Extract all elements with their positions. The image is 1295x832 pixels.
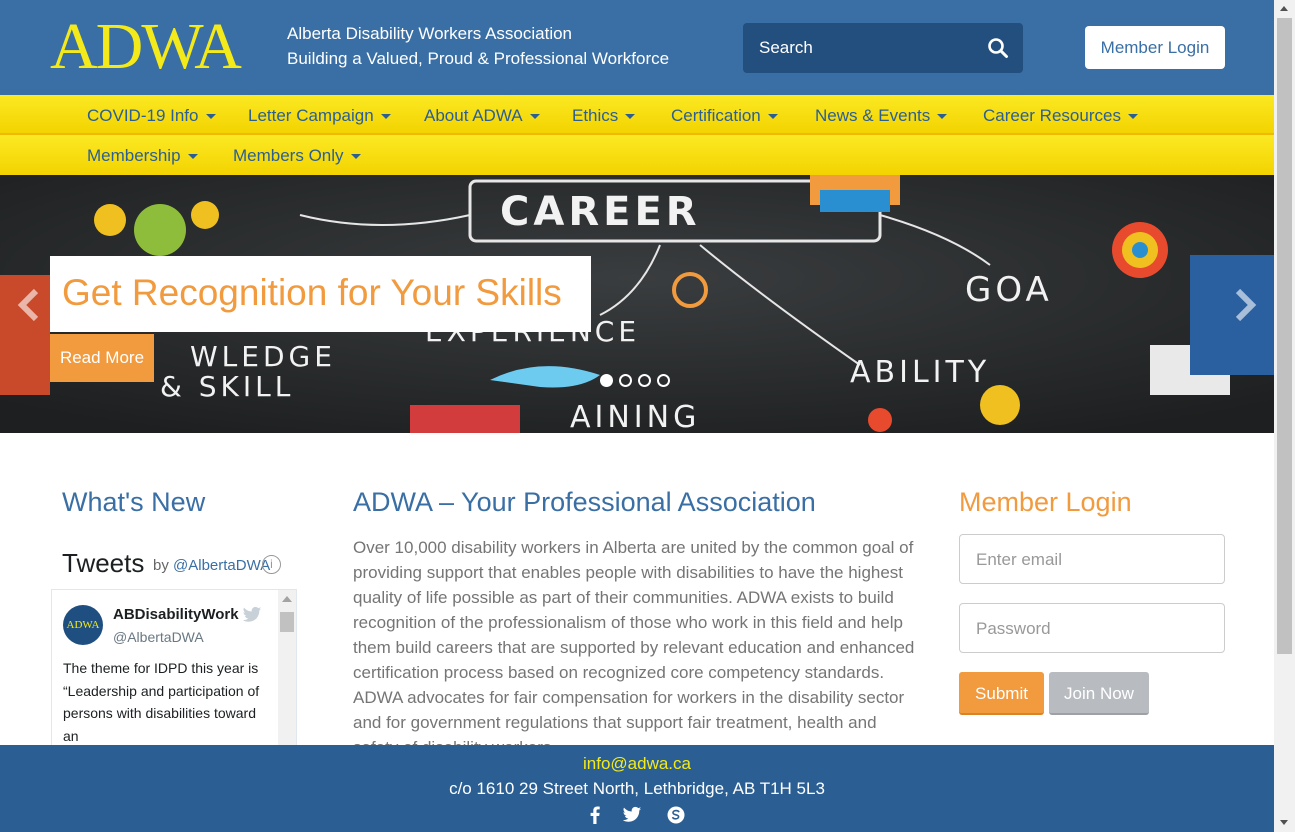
tweets-handle-link[interactable]: @AlbertaDWA bbox=[173, 557, 270, 574]
carousel-next-icon[interactable] bbox=[1230, 285, 1260, 325]
caret-down-icon bbox=[205, 114, 216, 120]
main-nav: COVID-19 Info Letter Campaign About ADWA… bbox=[0, 95, 1274, 175]
nav-label: Ethics bbox=[572, 106, 619, 125]
whats-new-title: What's New bbox=[62, 487, 206, 517]
caret-down-icon bbox=[937, 114, 948, 120]
nav-item-covid[interactable]: COVID-19 Info bbox=[87, 106, 216, 126]
caret-down-icon bbox=[1127, 114, 1138, 120]
twitter-icon[interactable] bbox=[622, 805, 642, 825]
by-label: by bbox=[153, 557, 169, 574]
carousel-prev-icon[interactable] bbox=[14, 285, 44, 325]
nav-item-about[interactable]: About ADWA bbox=[424, 106, 540, 126]
hero-title: Get Recognition for Your Skills bbox=[62, 272, 562, 313]
nav-label: Certification bbox=[671, 106, 761, 125]
caret-down-icon bbox=[529, 114, 540, 120]
read-more-button[interactable]: Read More bbox=[50, 334, 154, 382]
nav-item-news-events[interactable]: News & Events bbox=[815, 106, 948, 126]
nav-label: Members Only bbox=[233, 146, 344, 165]
tweet-scrollbar[interactable] bbox=[278, 590, 296, 749]
chalk-word: WLEDGE bbox=[190, 340, 336, 373]
email-field[interactable]: Enter email bbox=[959, 534, 1225, 584]
org-name: Alberta Disability Workers Association bbox=[287, 24, 573, 43]
tweet-timeline[interactable]: ADWA ABDisabilityWork @AlbertaDWA The th… bbox=[51, 589, 297, 749]
email-placeholder: Enter email bbox=[976, 550, 1062, 569]
tweet-text: The theme for IDPD this year is “Leaders… bbox=[63, 660, 260, 744]
scroll-up-icon[interactable] bbox=[1280, 6, 1288, 11]
nav-item-ethics[interactable]: Ethics bbox=[572, 106, 636, 126]
scrollbar-thumb[interactable] bbox=[1277, 18, 1292, 654]
nav-item-career-resources[interactable]: Career Resources bbox=[983, 106, 1138, 126]
nav-item-letter-campaign[interactable]: Letter Campaign bbox=[248, 106, 391, 126]
info-icon[interactable]: i bbox=[262, 555, 281, 574]
password-field[interactable]: Password bbox=[959, 603, 1225, 653]
nav-row-2: Membership Members Only bbox=[0, 135, 1274, 175]
nav-label: Letter Campaign bbox=[248, 106, 374, 125]
tweet-author-name[interactable]: ABDisabilityWork bbox=[113, 606, 239, 623]
scroll-up-icon[interactable] bbox=[282, 596, 292, 602]
site-footer: info@adwa.ca c/o 1610 29 Street North, L… bbox=[0, 745, 1274, 832]
caret-down-icon bbox=[625, 114, 636, 120]
nav-row-1: COVID-19 Info Letter Campaign About ADWA… bbox=[0, 95, 1274, 135]
tagline: Alberta Disability Workers Association B… bbox=[287, 21, 669, 71]
carousel-indicators bbox=[600, 374, 676, 392]
nav-label: Membership bbox=[87, 146, 181, 165]
main-body-text: Over 10,000 disability workers in Albert… bbox=[353, 538, 915, 757]
page-scrollbar[interactable] bbox=[1274, 0, 1295, 832]
nav-label: COVID-19 Info bbox=[87, 106, 199, 125]
password-placeholder: Password bbox=[976, 619, 1051, 638]
site-header: ADWA Alberta Disability Workers Associat… bbox=[0, 0, 1274, 95]
footer-email-link[interactable]: info@adwa.ca bbox=[0, 754, 1274, 774]
nav-item-membership[interactable]: Membership bbox=[87, 146, 198, 166]
nav-label: News & Events bbox=[815, 106, 931, 125]
member-login-title: Member Login bbox=[959, 487, 1132, 517]
nav-item-certification[interactable]: Certification bbox=[671, 106, 778, 126]
nav-item-members-only[interactable]: Members Only bbox=[233, 146, 361, 166]
logo[interactable]: ADWA bbox=[50, 14, 242, 80]
join-now-button[interactable]: Join Now bbox=[1049, 672, 1149, 715]
chalk-word: & SKILL bbox=[160, 370, 295, 403]
search-icon[interactable] bbox=[987, 37, 1009, 59]
submit-button[interactable]: Submit bbox=[959, 672, 1044, 715]
scroll-down-icon[interactable] bbox=[1280, 820, 1288, 825]
twitter-bird-icon[interactable] bbox=[242, 606, 262, 624]
carousel-dot[interactable] bbox=[638, 374, 651, 387]
caret-down-icon bbox=[767, 114, 778, 120]
member-login-button[interactable]: Member Login bbox=[1085, 26, 1225, 69]
nav-label: Career Resources bbox=[983, 106, 1121, 125]
tweets-heading: Tweets bbox=[62, 548, 145, 578]
caret-down-icon bbox=[187, 154, 198, 160]
avatar[interactable]: ADWA bbox=[63, 605, 103, 645]
skype-icon[interactable] bbox=[666, 805, 686, 825]
caret-down-icon bbox=[380, 114, 391, 120]
nav-label: About ADWA bbox=[424, 106, 523, 125]
carousel-dot[interactable] bbox=[657, 374, 670, 387]
facebook-icon[interactable] bbox=[585, 805, 605, 825]
hero-caption: Get Recognition for Your Skills bbox=[50, 256, 591, 332]
main-title: ADWA – Your Professional Association bbox=[353, 487, 816, 517]
chalk-word: GOA bbox=[965, 270, 1053, 310]
carousel-dot[interactable] bbox=[600, 374, 613, 387]
carousel-dot[interactable] bbox=[619, 374, 632, 387]
search-bar[interactable]: Search bbox=[743, 23, 1023, 73]
caret-down-icon bbox=[350, 154, 361, 160]
chalk-word: ABILITY bbox=[850, 355, 991, 390]
chalk-word: AINING bbox=[570, 400, 701, 433]
footer-address: c/o 1610 29 Street North, Lethbridge, AB… bbox=[449, 779, 825, 798]
search-input[interactable]: Search bbox=[759, 38, 813, 58]
scrollbar-thumb[interactable] bbox=[280, 612, 294, 632]
slogan: Building a Valued, Proud & Professional … bbox=[287, 49, 670, 68]
tweets-by-line: by @AlbertaDWA bbox=[153, 557, 270, 574]
hero-carousel[interactable]: CAREER EXPERIENCE WLEDGE & SKILL GOA ABI… bbox=[0, 175, 1274, 433]
chalk-word: CAREER bbox=[500, 189, 701, 235]
tweet-author-handle[interactable]: @AlbertaDWA bbox=[113, 629, 204, 645]
